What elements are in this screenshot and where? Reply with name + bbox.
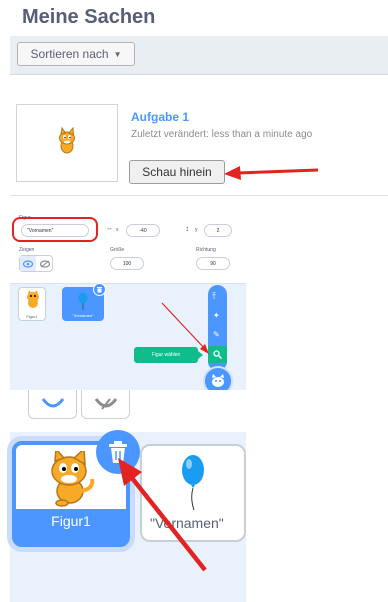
annotation-overlay (118, 166, 319, 572)
